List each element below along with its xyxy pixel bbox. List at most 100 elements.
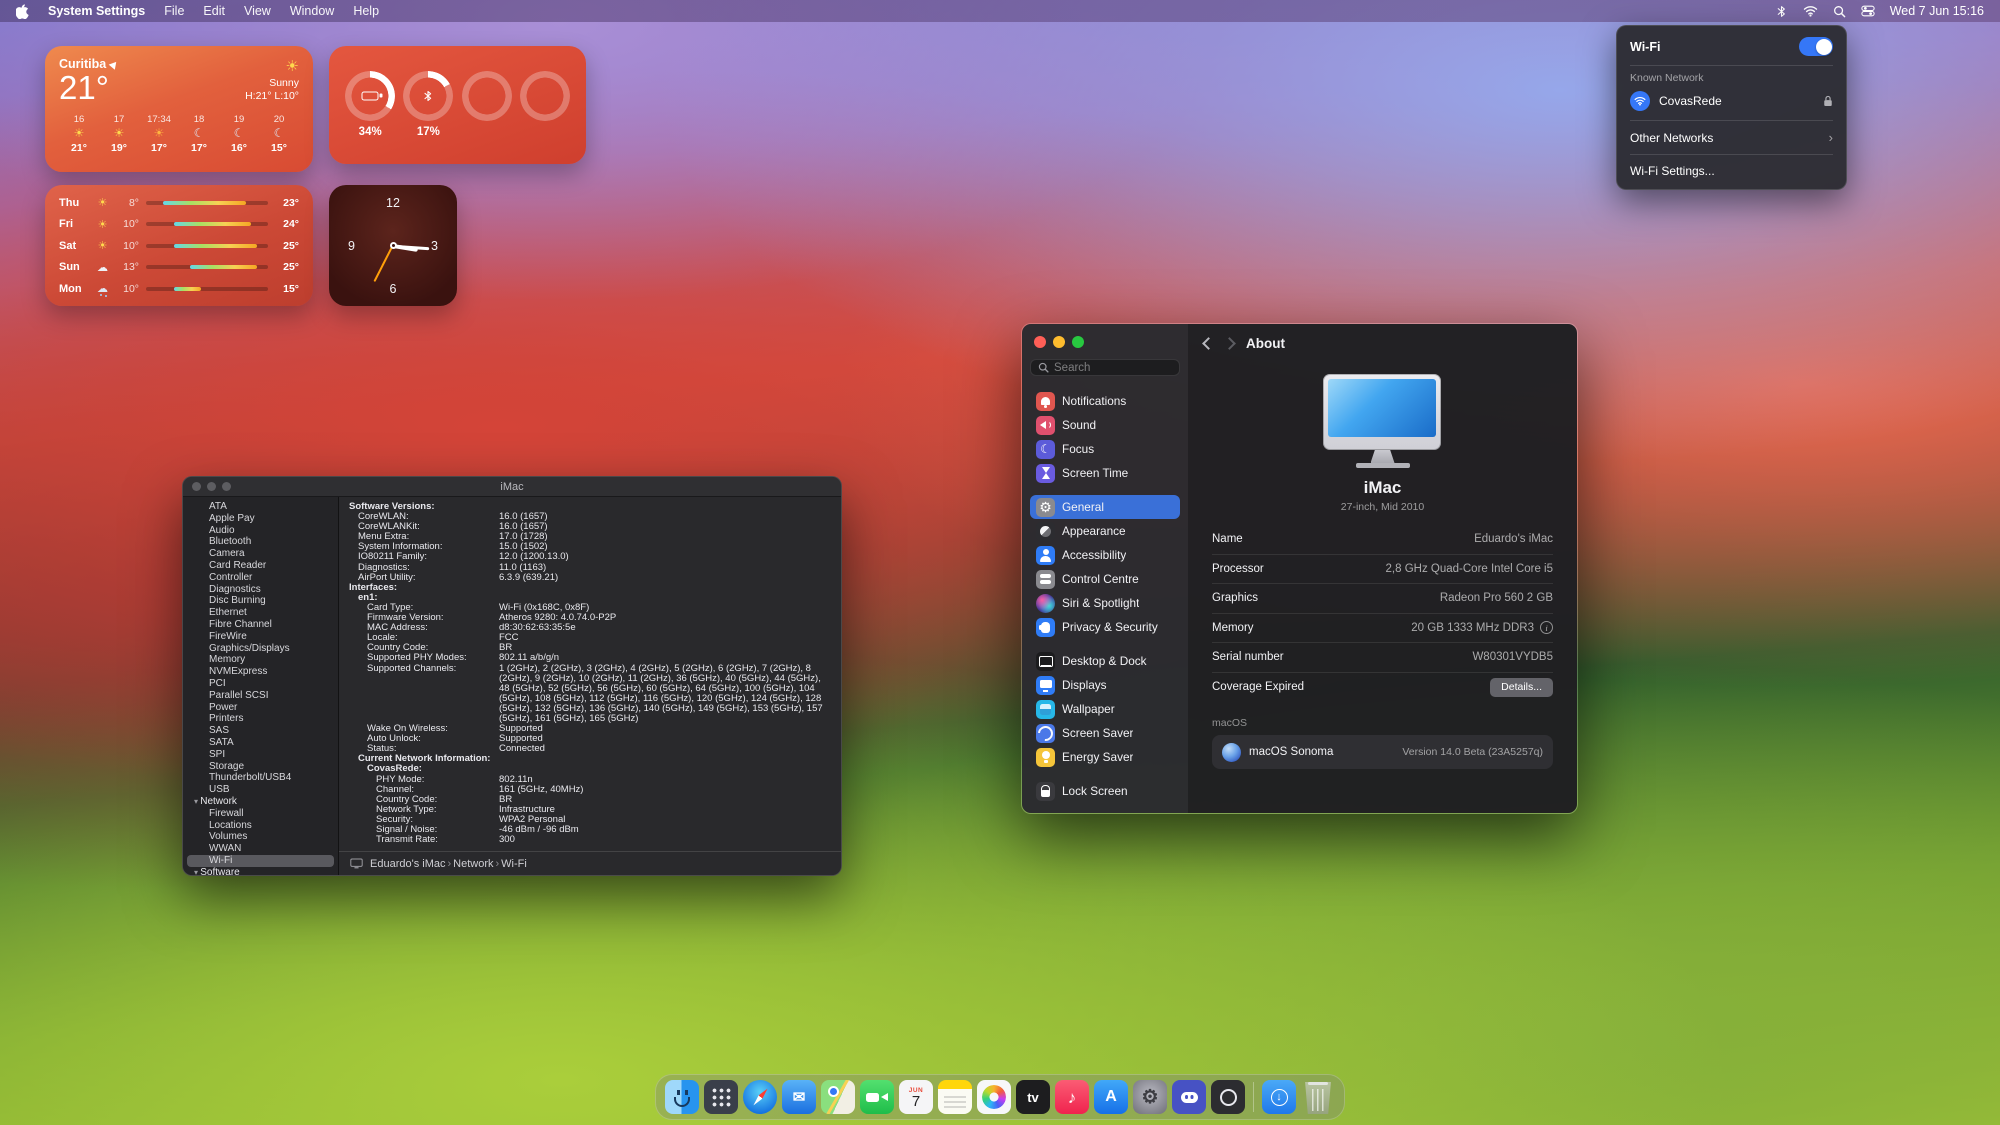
dock-safari[interactable] xyxy=(743,1080,777,1114)
sysinfo-sidebar-storage[interactable]: Storage xyxy=(183,761,338,773)
zoom-button[interactable] xyxy=(222,482,231,491)
sidebar-item-screen-time[interactable]: Screen Time xyxy=(1030,461,1180,485)
close-button[interactable] xyxy=(1034,336,1046,348)
sysinfo-sidebar-locations[interactable]: Locations xyxy=(183,820,338,832)
menu-edit[interactable]: Edit xyxy=(203,4,225,18)
forward-button[interactable] xyxy=(1223,337,1236,350)
sysinfo-sidebar-software[interactable]: Software xyxy=(183,867,338,875)
weather-widget[interactable]: Curitiba 21° ☀ Sunny H:21° L:10° 16☀21°1… xyxy=(45,46,313,172)
dock-bin[interactable] xyxy=(1301,1080,1335,1114)
sysinfo-sidebar-fibre-channel[interactable]: Fibre Channel xyxy=(183,619,338,631)
dock-photos[interactable] xyxy=(977,1080,1011,1114)
dock-facetime[interactable] xyxy=(860,1080,894,1114)
dock-maps[interactable] xyxy=(821,1080,855,1114)
sysinfo-sidebar-pci[interactable]: PCI xyxy=(183,678,338,690)
menubar-clock[interactable]: Wed 7 Jun 15:16 xyxy=(1890,4,1984,18)
sidebar-item-energy-saver[interactable]: Energy Saver xyxy=(1030,745,1180,769)
sysinfo-sidebar-ethernet[interactable]: Ethernet xyxy=(183,607,338,619)
wifi-icon[interactable] xyxy=(1803,5,1818,17)
known-network-row[interactable]: CovasRede xyxy=(1617,87,1846,115)
minimize-button[interactable] xyxy=(1053,336,1065,348)
forecast-widget[interactable]: Thu☀8°23°Fri☀10°24°Sat☀10°25°Sun☁13°25°M… xyxy=(45,185,313,306)
minimize-button[interactable] xyxy=(207,482,216,491)
dock-app-store[interactable]: A xyxy=(1094,1080,1128,1114)
close-button[interactable] xyxy=(192,482,201,491)
menu-help[interactable]: Help xyxy=(353,4,379,18)
sysinfo-sidebar-volumes[interactable]: Volumes xyxy=(183,831,338,843)
sysinfo-sidebar-wwan[interactable]: WWAN xyxy=(183,843,338,855)
sysinfo-sidebar-memory[interactable]: Memory xyxy=(183,654,338,666)
sysinfo-sidebar-network[interactable]: Network xyxy=(183,796,338,808)
dock-mail[interactable]: ✉ xyxy=(782,1080,816,1114)
sidebar-item-displays[interactable]: Displays xyxy=(1030,673,1180,697)
sysinfo-sidebar-spi[interactable]: SPI xyxy=(183,749,338,761)
sidebar-item-screen-saver[interactable]: Screen Saver xyxy=(1030,721,1180,745)
sysinfo-titlebar[interactable]: iMac xyxy=(183,477,841,497)
active-app-name[interactable]: System Settings xyxy=(48,4,145,18)
menu-view[interactable]: View xyxy=(244,4,271,18)
sysinfo-sidebar-firewire[interactable]: FireWire xyxy=(183,631,338,643)
sysinfo-sidebar-disc-burning[interactable]: Disc Burning xyxy=(183,595,338,607)
sidebar-item-focus[interactable]: Focus xyxy=(1030,437,1180,461)
sysinfo-sidebar-camera[interactable]: Camera xyxy=(183,548,338,560)
sysinfo-sidebar-parallel-scsi[interactable]: Parallel SCSI xyxy=(183,690,338,702)
sysinfo-sidebar-nvmexpress[interactable]: NVMExpress xyxy=(183,666,338,678)
sysinfo-sidebar-power[interactable]: Power xyxy=(183,702,338,714)
dock-music[interactable]: ♪ xyxy=(1055,1080,1089,1114)
clock-widget[interactable]: 12 3 6 9 xyxy=(329,185,457,306)
sysinfo-sidebar-ata[interactable]: ATA xyxy=(183,501,338,513)
sysinfo-sidebar-usb[interactable]: USB xyxy=(183,784,338,796)
breadcrumb-item[interactable]: Network xyxy=(453,858,493,870)
sysinfo-sidebar-printers[interactable]: Printers xyxy=(183,713,338,725)
dock-launchpad[interactable] xyxy=(704,1080,738,1114)
sysinfo-sidebar-graphics-displays[interactable]: Graphics/Displays xyxy=(183,643,338,655)
sysinfo-sidebar-wi-fi[interactable]: Wi-Fi xyxy=(187,855,334,867)
sidebar-item-control-centre[interactable]: Control Centre xyxy=(1030,567,1180,591)
sidebar-item-general[interactable]: General xyxy=(1030,495,1180,519)
dock-tv[interactable]: tv xyxy=(1016,1080,1050,1114)
macos-row[interactable]: macOS Sonoma Version 14.0 Beta (23A5257q… xyxy=(1212,735,1553,769)
sysinfo-sidebar-bluetooth[interactable]: Bluetooth xyxy=(183,536,338,548)
search-field[interactable] xyxy=(1030,359,1180,376)
dock-downloads[interactable]: ↓ xyxy=(1262,1080,1296,1114)
dock-system-settings[interactable]: ⚙ xyxy=(1133,1080,1167,1114)
other-networks-item[interactable]: Other Networks › xyxy=(1617,126,1846,149)
dock-notes[interactable] xyxy=(938,1080,972,1114)
sidebar-item-wallpaper[interactable]: Wallpaper xyxy=(1030,697,1180,721)
search-input[interactable] xyxy=(1054,362,1172,374)
bluetooth-icon[interactable] xyxy=(1775,5,1788,18)
info-icon[interactable] xyxy=(1540,621,1553,634)
wifi-toggle[interactable] xyxy=(1799,37,1833,56)
dock-finder[interactable] xyxy=(665,1080,699,1114)
dock-discord[interactable] xyxy=(1172,1080,1206,1114)
sidebar-item-notifications[interactable]: Notifications xyxy=(1030,389,1180,413)
control-center-icon[interactable] xyxy=(1861,4,1875,18)
sysinfo-sidebar-audio[interactable]: Audio xyxy=(183,525,338,537)
search-icon[interactable] xyxy=(1833,5,1846,18)
menu-file[interactable]: File xyxy=(164,4,184,18)
sysinfo-sidebar-card-reader[interactable]: Card Reader xyxy=(183,560,338,572)
sysinfo-sidebar-thunderbolt-usb4[interactable]: Thunderbolt/USB4 xyxy=(183,772,338,784)
sysinfo-sidebar-firewall[interactable]: Firewall xyxy=(183,808,338,820)
sysinfo-sidebar-apple-pay[interactable]: Apple Pay xyxy=(183,513,338,525)
battery-widget[interactable]: 34%17% xyxy=(329,46,586,164)
sidebar-item-accessibility[interactable]: Accessibility xyxy=(1030,543,1180,567)
details-button[interactable]: Details... xyxy=(1490,678,1553,697)
menu-window[interactable]: Window xyxy=(290,4,334,18)
sidebar-item-appearance[interactable]: Appearance xyxy=(1030,519,1180,543)
breadcrumb-item[interactable]: Eduardo's iMac xyxy=(370,858,445,870)
wifi-settings-item[interactable]: Wi-Fi Settings... xyxy=(1617,160,1846,182)
apple-logo-icon[interactable] xyxy=(16,4,29,19)
back-button[interactable] xyxy=(1202,337,1215,350)
sidebar-item-privacy-security[interactable]: Privacy & Security xyxy=(1030,615,1180,639)
sidebar-item-siri-spotlight[interactable]: Siri & Spotlight xyxy=(1030,591,1180,615)
sidebar-item-lock-screen[interactable]: Lock Screen xyxy=(1030,779,1180,803)
zoom-button[interactable] xyxy=(1072,336,1084,348)
dock-calendar[interactable]: JUN7 xyxy=(899,1080,933,1114)
sysinfo-sidebar-diagnostics[interactable]: Diagnostics xyxy=(183,584,338,596)
breadcrumb-item[interactable]: Wi-Fi xyxy=(501,858,527,870)
dock-utility-app[interactable] xyxy=(1211,1080,1245,1114)
sidebar-item-sound[interactable]: Sound xyxy=(1030,413,1180,437)
sidebar-item-desktop-dock[interactable]: Desktop & Dock xyxy=(1030,649,1180,673)
sysinfo-sidebar-controller[interactable]: Controller xyxy=(183,572,338,584)
